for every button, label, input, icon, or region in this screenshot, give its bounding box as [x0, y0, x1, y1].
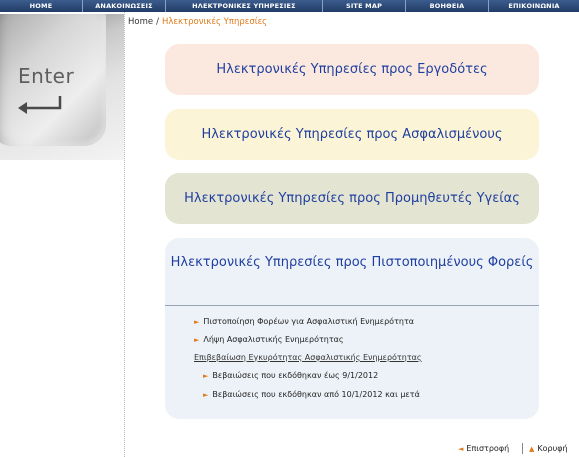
nav-help[interactable]: ΒΟΗΘΕΙΑ	[406, 0, 489, 12]
certified-bodies-services-link[interactable]: Ηλεκτρονικές Υπηρεσίες προς Πιστοποιημέν…	[165, 254, 539, 272]
top-link[interactable]: ▲ Κορυφή	[529, 444, 568, 453]
certificates-from-link-label: Βεβαιώσεις που εκδόθηκαν από 10/1/2012 κ…	[212, 390, 420, 399]
enter-key-label: Enter	[18, 64, 75, 88]
nav-contact[interactable]: ΕΠΙΚΟΙΝΩΝΙΑ	[489, 0, 579, 12]
orange-arrow-icon: ►	[194, 336, 200, 344]
certificates-until-link[interactable]: ► Βεβαιώσεις που εκδόθηκαν έως 9/1/2012	[203, 371, 378, 380]
breadcrumb-separator: /	[156, 17, 159, 27]
footer-separator	[522, 443, 523, 454]
back-link[interactable]: ◄ Επιστροφή	[458, 444, 509, 453]
back-link-label: Επιστροφή	[466, 444, 510, 453]
breadcrumb-current: Ηλεκτρονικές Υπηρεσίες	[161, 17, 268, 27]
employers-services-button[interactable]: Ηλεκτρονικές Υπηρεσίες προς Εργοδότες	[165, 44, 539, 95]
panel-divider	[165, 305, 539, 306]
nav-announcements[interactable]: ΑΝΑΚΟΙΝΩΣΕΙΣ	[83, 0, 166, 12]
certification-link[interactable]: ► Πιστοποίηση Φορέων για Ασφαλιστική Ενημ…	[194, 317, 414, 326]
health-suppliers-services-button[interactable]: Ηλεκτρονικές Υπηρεσίες προς Προμηθευτές …	[165, 173, 539, 224]
breadcrumb: Home / Ηλεκτρονικές Υπηρεσίες	[128, 17, 267, 27]
obtain-clearance-link-label: Λήψη Ασφαλιστικής Ενημερότητας	[203, 335, 344, 344]
orange-arrow-icon: ►	[203, 372, 209, 380]
left-sidebar: Enter	[0, 12, 125, 457]
certification-link-label: Πιστοποίηση Φορέων για Ασφαλιστική Ενημε…	[203, 317, 415, 326]
breadcrumb-home-link[interactable]: Home	[128, 17, 153, 27]
back-arrow-icon: ◄	[458, 445, 464, 453]
top-link-label: Κορυφή	[537, 444, 568, 453]
enter-arrow-icon	[18, 96, 62, 114]
nav-site-map[interactable]: SITE MAP	[323, 0, 406, 12]
obtain-clearance-link[interactable]: ► Λήψη Ασφαλιστικής Ενημερότητας	[194, 335, 344, 344]
certificates-from-link[interactable]: ► Βεβαιώσεις που εκδόθηκαν από 10/1/2012 …	[203, 390, 420, 399]
nav-home[interactable]: HOME	[0, 0, 83, 12]
enter-key-image: Enter	[0, 14, 124, 160]
top-navigation: HOME ΑΝΑΚΟΙΝΩΣΕΙΣ ΗΛΕΚΤΡΟΝΙΚΕΣ ΥΠΗΡΕΣΙΕΣ…	[0, 0, 579, 12]
up-arrow-icon: ▲	[529, 445, 535, 453]
certificates-until-link-label: Βεβαιώσεις που εκδόθηκαν έως 9/1/2012	[212, 371, 379, 380]
certified-bodies-panel: Ηλεκτρονικές Υπηρεσίες προς Πιστοποιημέν…	[165, 238, 539, 419]
orange-arrow-icon: ►	[203, 391, 209, 399]
orange-arrow-icon: ►	[194, 318, 200, 326]
insured-services-button[interactable]: Ηλεκτρονικές Υπηρεσίες προς Ασφαλισμένου…	[165, 109, 539, 160]
verify-validity-heading[interactable]: Επιβεβαίωση Εγκυρότητας Ασφαλιστικής Ενη…	[194, 353, 422, 362]
nav-electronic-services[interactable]: ΗΛΕΚΤΡΟΝΙΚΕΣ ΥΠΗΡΕΣΙΕΣ	[166, 0, 323, 12]
